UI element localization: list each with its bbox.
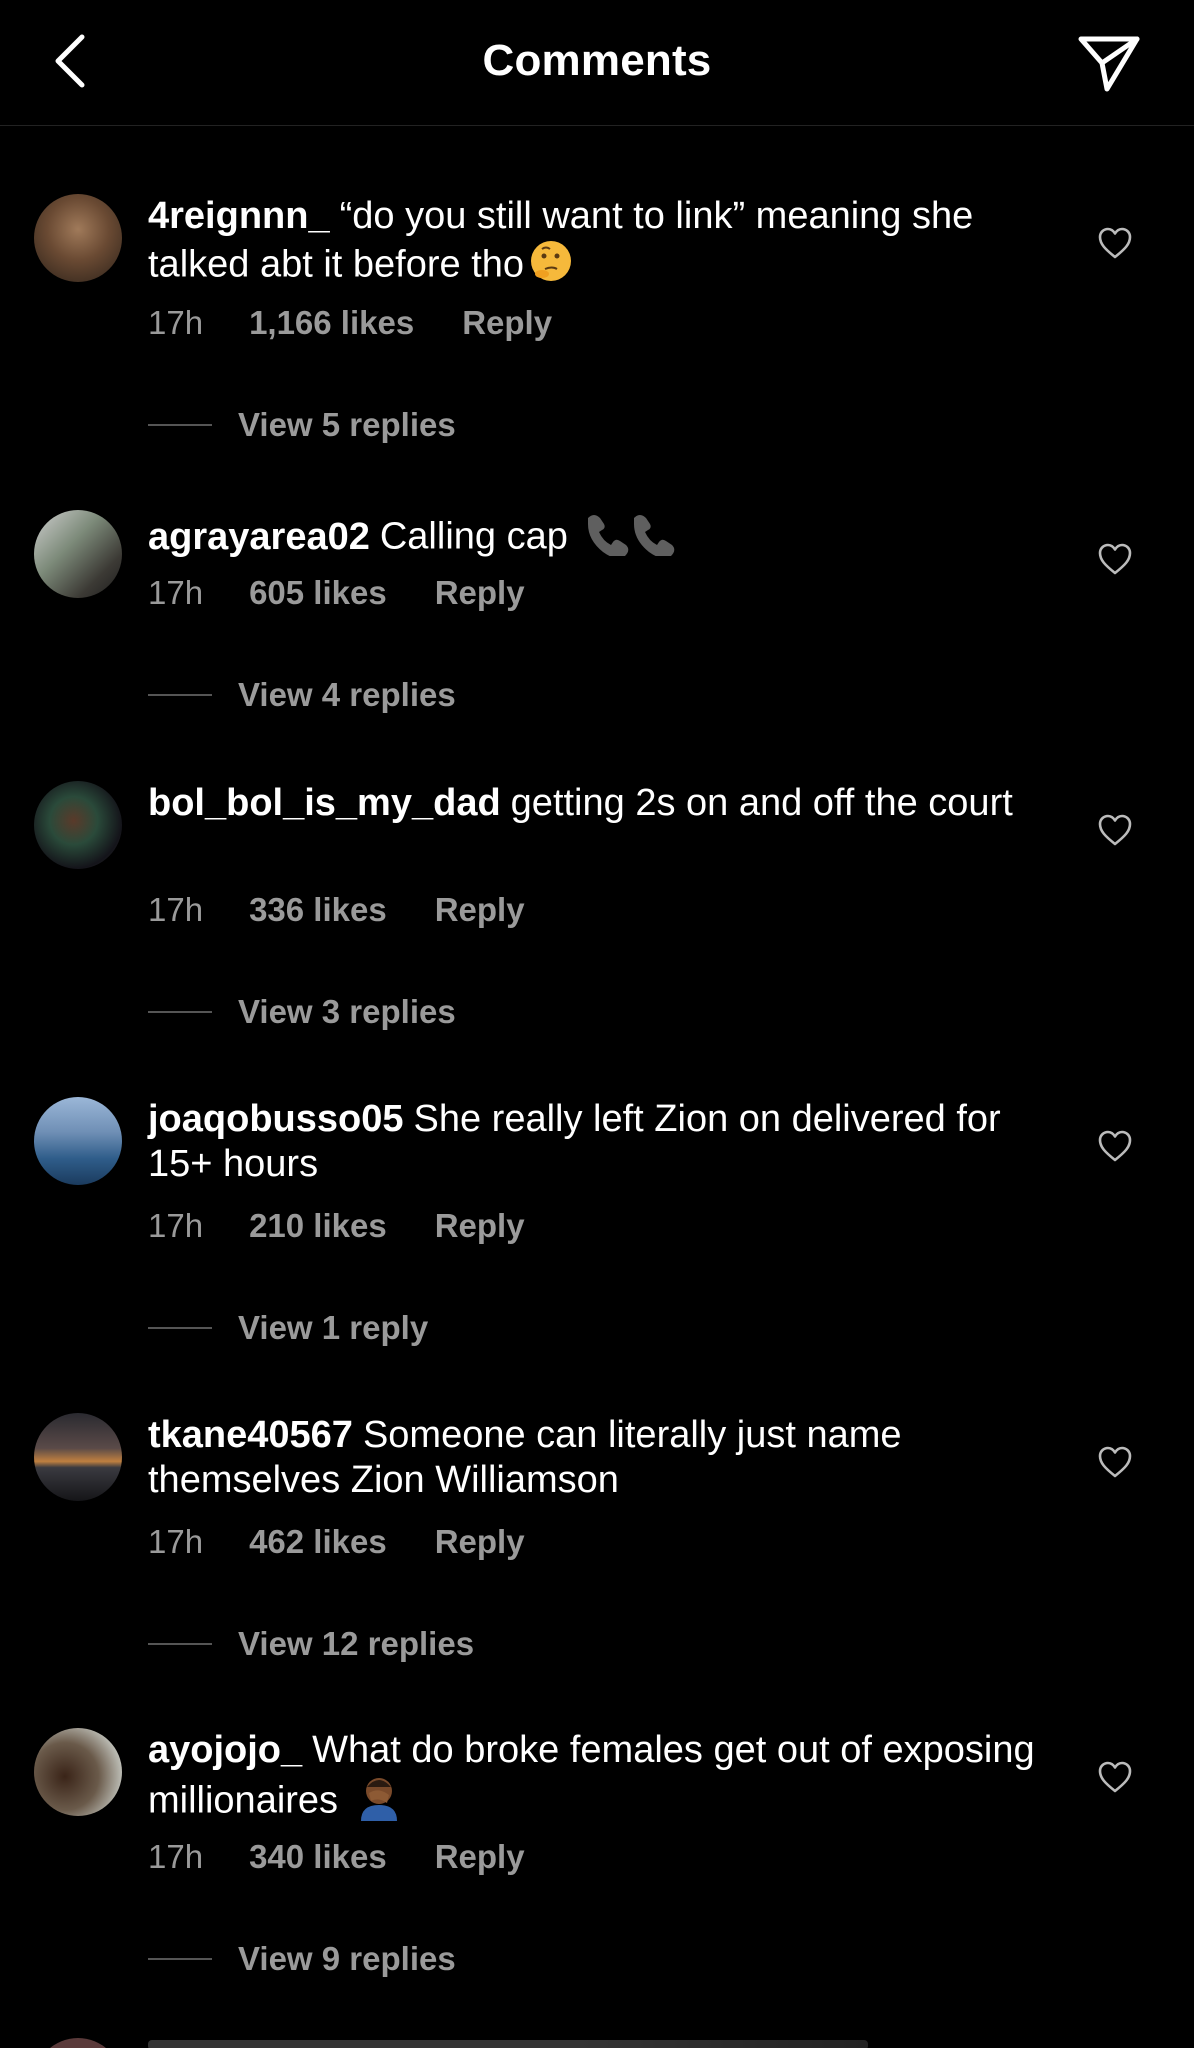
replies-divider	[148, 424, 212, 426]
replies-divider	[148, 1327, 212, 1329]
share-button[interactable]	[1074, 30, 1144, 96]
comment-text: joaqobusso05 She really left Zion on deli…	[148, 1097, 1048, 1187]
replies-divider	[148, 694, 212, 696]
view-replies-button[interactable]: View 4 replies	[148, 676, 456, 714]
replies-divider	[148, 1958, 212, 1960]
comment-meta: 17h 1,166 likes Reply	[148, 304, 552, 342]
view-replies-label: View 1 reply	[238, 1309, 429, 1346]
view-replies-button[interactable]: View 9 replies	[148, 1940, 456, 1978]
person-facepalming-icon	[353, 1773, 405, 1832]
comment-meta: 17h 340 likes Reply	[148, 1838, 525, 1876]
avatar[interactable]	[34, 1413, 122, 1501]
view-replies-button[interactable]: View 5 replies	[148, 406, 456, 444]
comment-likes[interactable]: 336 likes	[249, 891, 387, 929]
comment-username[interactable]: joaqobusso05	[148, 1098, 404, 1140]
comment-meta: 17h 605 likes Reply	[148, 574, 525, 612]
avatar[interactable]	[34, 1728, 122, 1816]
reply-button[interactable]: Reply	[435, 574, 525, 612]
comment-likes[interactable]: 1,166 likes	[249, 304, 414, 342]
comment-time: 17h	[148, 574, 204, 611]
page-title: Comments	[482, 36, 712, 85]
thinking-face-icon	[528, 239, 574, 294]
heart-icon[interactable]	[1097, 1129, 1133, 1165]
comment-meta: 17h 210 likes Reply	[148, 1207, 525, 1245]
comment-likes[interactable]: 462 likes	[249, 1523, 387, 1561]
reply-button[interactable]: Reply	[435, 1207, 525, 1245]
reply-button[interactable]: Reply	[435, 891, 525, 929]
avatar[interactable]	[34, 510, 122, 598]
comment-time: 17h	[148, 304, 204, 341]
comment-likes[interactable]: 340 likes	[249, 1838, 387, 1876]
view-replies-label: View 4 replies	[238, 676, 456, 713]
comment-username[interactable]: bol_bol_is_my_dad	[148, 782, 501, 824]
comment-likes[interactable]: 210 likes	[249, 1207, 387, 1245]
comment-username[interactable]: 4reignnn_	[148, 195, 330, 237]
comment-body: getting 2s on and off the court	[510, 782, 1013, 824]
view-replies-label: View 9 replies	[238, 1940, 456, 1977]
comment-text-partial	[148, 2040, 868, 2048]
avatar[interactable]	[34, 2038, 122, 2048]
view-replies-button[interactable]: View 12 replies	[148, 1625, 474, 1663]
header-bar: Comments	[0, 0, 1194, 126]
comment-username[interactable]: agrayarea02	[148, 516, 370, 558]
comment-time: 17h	[148, 891, 204, 928]
replies-divider	[148, 1011, 212, 1013]
view-replies-label: View 12 replies	[238, 1625, 475, 1662]
comment-meta: 17h 462 likes Reply	[148, 1523, 525, 1561]
avatar[interactable]	[34, 1097, 122, 1185]
comment-username[interactable]: ayojojo_	[148, 1729, 302, 1771]
avatar[interactable]	[34, 781, 122, 869]
heart-icon[interactable]	[1097, 1760, 1133, 1796]
comment-username[interactable]: tkane40567	[148, 1414, 353, 1456]
paper-plane-icon	[1078, 36, 1140, 92]
view-replies-label: View 3 replies	[238, 993, 456, 1030]
comment-time: 17h	[148, 1207, 204, 1244]
view-replies-button[interactable]: View 1 reply	[148, 1309, 428, 1347]
reply-button[interactable]: Reply	[435, 1523, 525, 1561]
next-comment-partial	[0, 2030, 1194, 2048]
comment-text: agrayarea02 Calling cap	[148, 510, 1048, 567]
reply-button[interactable]: Reply	[462, 304, 552, 342]
comment-time: 17h	[148, 1838, 204, 1875]
heart-icon[interactable]	[1097, 226, 1133, 262]
comment-likes[interactable]: 605 likes	[249, 574, 387, 612]
telephone-receiver-icon	[582, 510, 678, 567]
avatar[interactable]	[34, 194, 122, 282]
comment-meta: 17h 336 likes Reply	[148, 891, 525, 929]
comment-text: ayojojo_ What do broke females get out of…	[148, 1728, 1048, 1832]
reply-button[interactable]: Reply	[435, 1838, 525, 1876]
comment-body: Calling cap	[379, 515, 568, 558]
heart-icon[interactable]	[1097, 542, 1133, 578]
view-replies-label: View 5 replies	[238, 406, 456, 443]
comment-time: 17h	[148, 1523, 204, 1560]
comment-text: bol_bol_is_my_dad getting 2s on and off t…	[148, 781, 1048, 826]
replies-divider	[148, 1643, 212, 1645]
heart-icon[interactable]	[1097, 1445, 1133, 1481]
view-replies-button[interactable]: View 3 replies	[148, 993, 456, 1031]
comment-text: tkane40567 Someone can literally just nam…	[148, 1413, 1048, 1503]
comment-text: 4reignnn_ “do you still want to link” mea…	[148, 194, 1048, 294]
heart-icon[interactable]	[1097, 813, 1133, 849]
